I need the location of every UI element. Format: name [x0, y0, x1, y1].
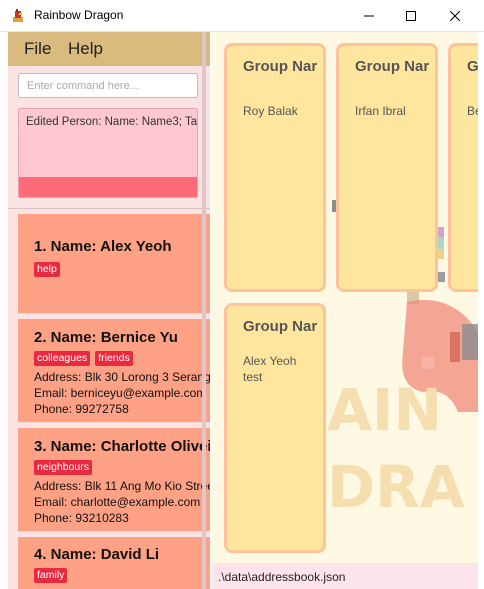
- person-address: Address: Blk 30 Lorong 3 Serangoon: [34, 370, 210, 384]
- dragon-app-icon: [13, 9, 23, 22]
- group-member: Be: [467, 104, 478, 118]
- group-title: Group Nar: [355, 58, 430, 75]
- group-title: Group Nar: [243, 318, 318, 335]
- result-text: Edited Person: Name: Name3; Tags:: [26, 116, 198, 128]
- svg-text:AIN: AIN: [327, 376, 442, 444]
- person-email: Email: charlotte@example.com: [34, 495, 201, 509]
- window-frame-left: [0, 32, 8, 589]
- menu-file[interactable]: File: [24, 39, 51, 59]
- title-bar: Rainbow Dragon: [0, 0, 484, 32]
- tag: help: [34, 262, 60, 277]
- person-card[interactable]: 2. Name: Bernice Yu colleagues friends A…: [18, 319, 210, 423]
- command-input[interactable]: [18, 73, 198, 98]
- window-frame-right: [478, 32, 484, 589]
- tag: family: [34, 568, 68, 583]
- tag: colleagues: [34, 351, 91, 366]
- group-member: test: [243, 370, 263, 384]
- menu-bar: File Help: [8, 32, 210, 66]
- minimize-icon: [364, 15, 374, 17]
- person-name: 1. Name: Alex Yeoh: [34, 238, 172, 255]
- person-phone: Phone: 99272758: [34, 402, 129, 416]
- split-pane-divider[interactable]: [202, 32, 206, 589]
- group-member: Alex Yeoh: [243, 354, 297, 368]
- group-card[interactable]: G Be: [448, 43, 478, 292]
- group-card[interactable]: Group Nar Irfan Ibral: [336, 43, 438, 292]
- person-name: 3. Name: Charlotte Oliveiro: [34, 438, 210, 455]
- group-title: G: [467, 58, 478, 75]
- group-card[interactable]: Group Nar Alex Yeoh test: [224, 303, 326, 553]
- tag: friends: [95, 351, 133, 366]
- group-member: Irfan Ibral: [355, 104, 406, 118]
- status-bar-path: .\data\addressbook.json: [212, 563, 478, 589]
- tag-list: family: [34, 568, 68, 583]
- person-card[interactable]: 1. Name: Alex Yeoh help: [18, 214, 210, 314]
- left-panel: File Help Edited Person: Name: Name3; Ta…: [8, 32, 210, 589]
- tag-list: neighbours: [34, 460, 92, 475]
- person-phone: Phone: 93210283: [34, 511, 129, 525]
- group-panel: AIN DRA Group Nar Roy Balak Group Nar Ir…: [212, 32, 478, 563]
- window-title: Rainbow Dragon: [34, 8, 124, 22]
- person-card[interactable]: 4. Name: David Li family: [18, 537, 210, 589]
- group-title: Group Nar: [243, 58, 318, 75]
- person-name: 2. Name: Bernice Yu: [34, 329, 178, 346]
- tag-list: help: [34, 262, 60, 277]
- group-member: Roy Balak: [243, 104, 298, 118]
- person-email: Email: berniceyu@example.com: [34, 386, 207, 400]
- person-address: Address: Blk 11 Ang Mo Kio Street: [34, 479, 210, 493]
- maximize-icon: [406, 11, 416, 21]
- tag: neighbours: [34, 460, 92, 475]
- person-name: 4. Name: David Li: [34, 546, 160, 563]
- result-display: Edited Person: Name: Name3; Tags:: [18, 108, 198, 198]
- close-icon: [450, 11, 460, 21]
- group-card[interactable]: Group Nar Roy Balak: [224, 43, 326, 292]
- close-button[interactable]: [432, 0, 478, 32]
- person-card[interactable]: 3. Name: Charlotte Oliveiro neighbours A…: [18, 428, 210, 532]
- minimize-button[interactable]: [346, 0, 392, 32]
- result-scrollbar[interactable]: [19, 177, 197, 197]
- person-list[interactable]: 1. Name: Alex Yeoh help 2. Name: Bernice…: [18, 214, 210, 589]
- menu-help[interactable]: Help: [68, 39, 103, 59]
- tag-list: colleagues friends: [34, 351, 133, 366]
- svg-text:DRA: DRA: [327, 453, 465, 521]
- panel-divider: [8, 208, 210, 209]
- maximize-button[interactable]: [388, 0, 434, 32]
